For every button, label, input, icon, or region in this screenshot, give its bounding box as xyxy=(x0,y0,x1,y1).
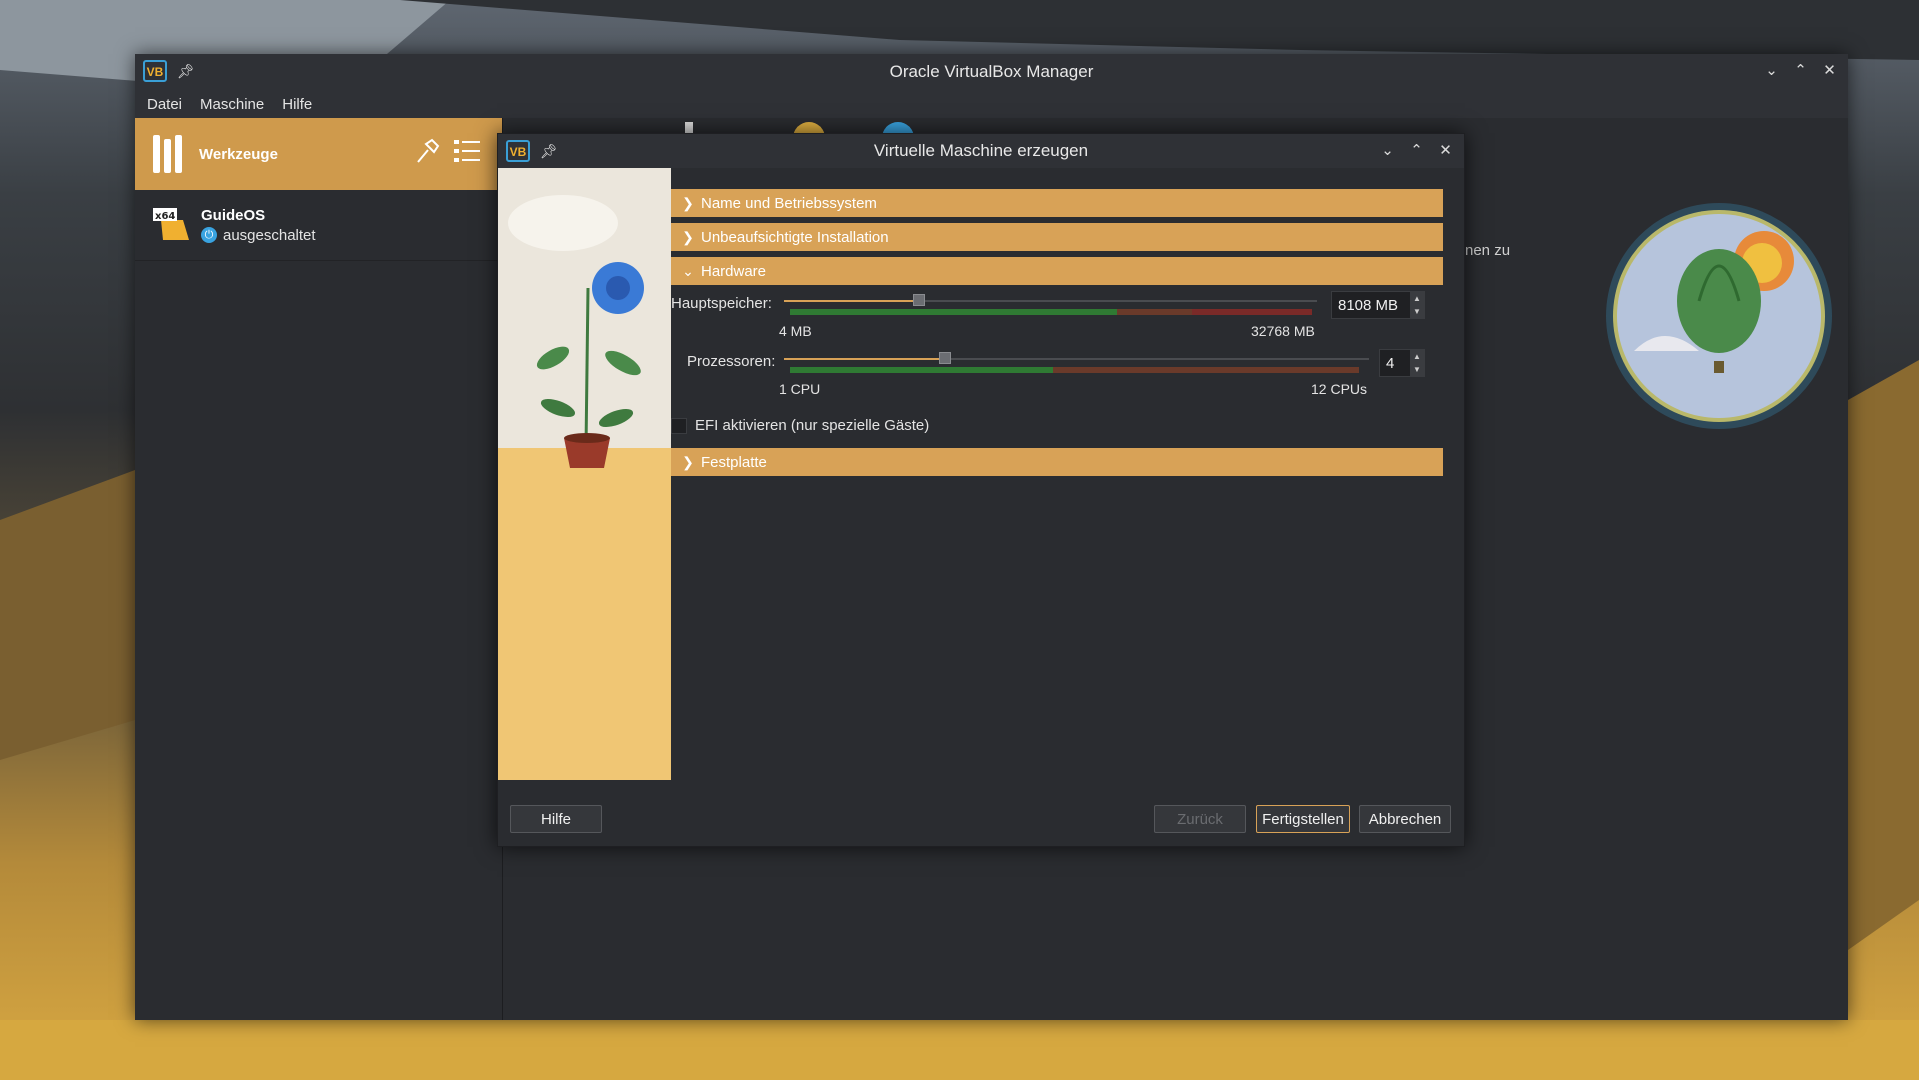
section-disk-label: Festplatte xyxy=(701,453,767,471)
spin-down-icon: ▼ xyxy=(1413,365,1421,374)
memory-row: Hauptspeicher: 8108 MB ▲ ▼ 4 MB 32768 MB xyxy=(671,291,1443,349)
chevron-right-icon: ❯ xyxy=(682,194,694,211)
pin-tools-icon[interactable] xyxy=(414,138,440,164)
chevron-right-icon: ❯ xyxy=(682,453,694,470)
memory-slider-fill xyxy=(784,300,919,302)
vm-list-item[interactable]: x64 GuideOS ⏻ ausgeschaltet xyxy=(135,190,502,261)
create-vm-dialog: VB 📌︎ Virtuelle Maschine erzeugen ⌄ ⌃ ✕ xyxy=(497,133,1465,847)
manager-title: Oracle VirtualBox Manager xyxy=(889,62,1094,81)
memory-scale-orange xyxy=(1117,309,1192,315)
memory-value: 8108 MB xyxy=(1338,296,1399,314)
wizard-content: ❯ Name und Betriebssystem ❯ Unbeaufsicht… xyxy=(671,189,1443,482)
menubar: Datei Maschine Hilfe xyxy=(135,90,1848,118)
tools-item[interactable]: Werkzeuge xyxy=(135,118,502,190)
minimize-button[interactable]: ⌄ xyxy=(1763,62,1780,79)
section-disk[interactable]: ❯ Festplatte xyxy=(671,448,1443,476)
efi-row: EFI aktivieren (nur spezielle Gäste) xyxy=(671,417,1443,434)
spin-down-icon: ▼ xyxy=(1413,307,1421,316)
minimize-button[interactable]: ⌄ xyxy=(1379,142,1396,159)
tools-label: Werkzeuge xyxy=(199,145,278,163)
vm-state: ausgeschaltet xyxy=(223,226,316,244)
spin-up-icon: ▲ xyxy=(1413,294,1421,303)
chevron-right-icon: ❯ xyxy=(682,228,694,245)
pin-icon[interactable]: 📌︎ xyxy=(177,63,195,80)
dialog-footer: Hilfe Zurück Fertigstellen Abbrechen xyxy=(498,794,1464,846)
balloon-illustration-icon xyxy=(1606,203,1832,429)
memory-scale-green xyxy=(790,309,1117,315)
cpu-min-label: 1 CPU xyxy=(779,381,821,397)
list-menu-icon[interactable] xyxy=(454,138,482,164)
section-name-os-label: Name und Betriebssystem xyxy=(701,194,877,212)
cpu-spinbox[interactable]: 4 ▲ ▼ xyxy=(1379,349,1425,377)
pin-icon[interactable]: 📌︎ xyxy=(540,143,558,160)
memory-label: Hauptspeicher: xyxy=(671,295,772,312)
cancel-button[interactable]: Abbrechen xyxy=(1359,805,1451,833)
menu-maschine[interactable]: Maschine xyxy=(200,96,264,113)
menu-hilfe[interactable]: Hilfe xyxy=(282,96,312,113)
close-button[interactable]: ✕ xyxy=(1821,62,1838,79)
cpu-slider-fill xyxy=(784,358,945,360)
chevron-down-icon: ⌄ xyxy=(682,262,694,279)
memory-max-label: 32768 MB xyxy=(1251,323,1315,339)
memory-spinbox[interactable]: 8108 MB ▲ ▼ xyxy=(1331,291,1425,319)
dialog-titlebar: VB 📌︎ Virtuelle Maschine erzeugen ⌄ ⌃ ✕ xyxy=(498,134,1464,168)
cpu-label: Prozessoren: xyxy=(687,353,776,370)
help-button[interactable]: Hilfe xyxy=(510,805,602,833)
vm-os-icon: x64 xyxy=(153,206,191,244)
section-unattended[interactable]: ❯ Unbeaufsichtigte Installation xyxy=(671,223,1443,251)
efi-label[interactable]: EFI aktivieren (nur spezielle Gäste) xyxy=(695,417,929,434)
vm-badge: x64 xyxy=(155,211,175,222)
tools-icon xyxy=(153,135,187,173)
dialog-title: Virtuelle Maschine erzeugen xyxy=(873,141,1089,160)
memory-scale-red xyxy=(1192,309,1312,315)
memory-slider-handle[interactable] xyxy=(913,294,925,306)
spin-up-icon: ▲ xyxy=(1413,352,1421,361)
section-hardware[interactable]: ⌄ Hardware xyxy=(671,257,1443,285)
menu-datei[interactable]: Datei xyxy=(147,96,182,113)
cpu-slider-handle[interactable] xyxy=(939,352,951,364)
cpu-scale-orange xyxy=(1053,367,1359,373)
vm-name: GuideOS xyxy=(201,206,266,224)
cpu-row: Prozessoren: 4 ▲ ▼ 1 CPU 12 CPUs xyxy=(671,349,1443,407)
section-unattended-label: Unbeaufsichtigte Installation xyxy=(701,228,889,246)
cpu-max-label: 12 CPUs xyxy=(1311,381,1368,397)
maximize-button[interactable]: ⌃ xyxy=(1408,142,1425,159)
flower-pot-illustration-icon xyxy=(498,168,671,780)
virtualbox-logo-icon: VB xyxy=(143,60,167,82)
virtualbox-logo-icon: VB xyxy=(506,140,530,162)
manager-titlebar: VB 📌︎ Oracle VirtualBox Manager ⌄ ⌃ ✕ xyxy=(135,54,1848,90)
close-button[interactable]: ✕ xyxy=(1437,142,1454,159)
power-icon: ⏻ xyxy=(201,227,217,243)
section-name-os[interactable]: ❯ Name und Betriebssystem xyxy=(671,189,1443,217)
cpu-value: 4 xyxy=(1386,354,1395,372)
cpu-scale-green xyxy=(790,367,1053,373)
finish-button[interactable]: Fertigstellen xyxy=(1256,805,1350,833)
memory-min-label: 4 MB xyxy=(779,323,812,339)
efi-checkbox[interactable] xyxy=(671,417,687,434)
wizard-side-illustration xyxy=(498,168,671,780)
back-button[interactable]: Zurück xyxy=(1154,805,1246,833)
welcome-text-fragment: nen zu xyxy=(1465,242,1511,259)
section-hardware-label: Hardware xyxy=(701,262,767,280)
maximize-button[interactable]: ⌃ xyxy=(1792,62,1809,79)
sidebar: Werkzeuge x64 GuideOS ⏻ ausgeschaltet xyxy=(135,118,503,1020)
